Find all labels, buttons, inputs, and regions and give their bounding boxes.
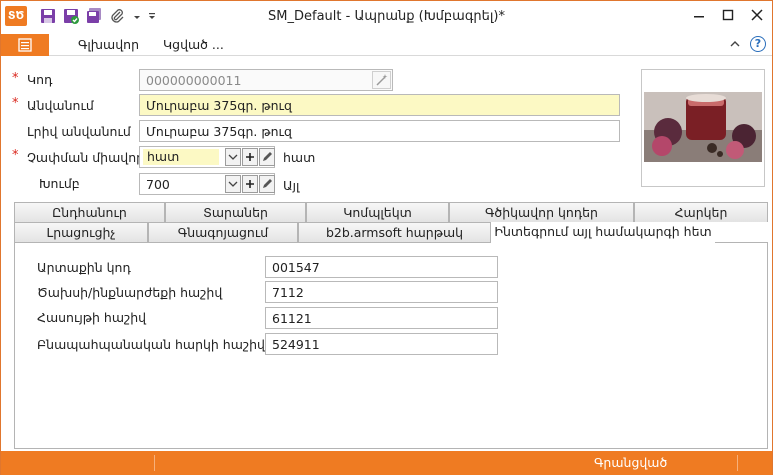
group-add-button[interactable] <box>242 175 258 193</box>
integration-panel: Արտաքին կոդ 001547 Ծախսի/ինքնարժեքի հաշի… <box>14 242 768 449</box>
unit-edit-button[interactable] <box>259 148 275 166</box>
status-separator <box>737 455 738 471</box>
tab-b2b-platform[interactable]: b2b.armsoft հարթակ <box>298 222 491 242</box>
external-code-field[interactable]: 001547 <box>265 256 498 278</box>
external-code-label: Արտաքին կոդ <box>37 260 131 275</box>
maximize-icon[interactable] <box>713 5 743 27</box>
revenue-account-field[interactable]: 61121 <box>265 307 498 329</box>
pencil-icon <box>263 179 272 188</box>
help-icon[interactable]: ? <box>750 36 766 52</box>
env-tax-account-label: Բնապահպանական հարկի հաշիվ <box>37 337 265 352</box>
fig-jam-photo <box>642 70 764 186</box>
tab-pricing[interactable]: Գնագոյացում <box>148 222 298 242</box>
ribbon-bar: Գլխավոր Կցված ... ? <box>1 34 772 56</box>
required-marker: * <box>12 148 19 163</box>
chevron-down-icon <box>228 181 238 187</box>
menu-list-icon <box>18 38 32 52</box>
tab-strip-row1: Ընդհանուր Տարաներ Կոմպլեկտ Գծիկավոր կոդե… <box>14 202 768 222</box>
minimize-icon[interactable] <box>684 5 714 27</box>
tab-kit[interactable]: Կոմպլեկտ <box>306 202 449 222</box>
group-dropdown-button[interactable] <box>225 175 241 193</box>
wand-icon <box>376 74 388 86</box>
plus-icon <box>246 153 254 161</box>
full-name-label: Լրիվ անվանում <box>27 124 131 139</box>
unit-caption: հատ <box>283 150 316 165</box>
tab-general[interactable]: Ընդհանուր <box>14 202 165 222</box>
pencil-icon <box>263 152 272 161</box>
group-label: Խումբ <box>39 176 80 191</box>
title-bar: ՏԾ SM_Default - Ապրանք (Խմբագրել)* <box>1 1 772 32</box>
tab-taxes[interactable]: Հարկեր <box>634 202 768 222</box>
chevron-down-icon <box>228 154 238 160</box>
plus-icon <box>246 180 254 188</box>
code-field[interactable]: 000000000011 <box>139 69 393 91</box>
tab-barcodes[interactable]: Գծիկավոր կոդեր <box>449 202 634 222</box>
status-bar: Գրանցված <box>1 451 772 475</box>
env-tax-account-field[interactable]: 524911 <box>265 333 498 355</box>
file-menu-button[interactable] <box>1 34 49 56</box>
tab-main[interactable]: Գլխավոր <box>78 37 139 52</box>
code-label: Կոդ <box>27 72 53 87</box>
unit-value: հատ <box>143 149 219 165</box>
code-generate-button[interactable] <box>372 71 391 89</box>
expense-account-label: Ծախսի/ինքնարժեքի հաշիվ <box>37 285 223 300</box>
collapse-ribbon-icon[interactable] <box>728 37 742 51</box>
unit-label: Չափման միավոր <box>27 150 145 165</box>
group-edit-button[interactable] <box>259 175 275 193</box>
required-marker: * <box>12 71 19 86</box>
product-image[interactable] <box>641 69 765 187</box>
status-text: Գրանցված <box>594 455 668 470</box>
group-caption: Այլ <box>283 178 300 193</box>
main-window: ՏԾ SM_Default - Ապրանք (Խմբագրել)* Գլխավ… <box>0 0 773 475</box>
tab-containers[interactable]: Տարաներ <box>165 202 306 222</box>
close-icon[interactable] <box>742 5 772 27</box>
tab-strip-row2: Լրացուցիչ Գնագոյացում b2b.armsoft հարթակ… <box>14 222 768 243</box>
window-title: SM_Default - Ապրանք (Խմբագրել)* <box>268 9 505 24</box>
full-name-field[interactable]: Մուրաբա 375գր. թուզ <box>139 120 620 142</box>
unit-dropdown-button[interactable] <box>225 148 241 166</box>
tab-attached[interactable]: Կցված ... <box>163 37 224 52</box>
tab-integration[interactable]: Ինտեգրում այլ համակարգի հետ <box>491 222 715 243</box>
tab-additional[interactable]: Լրացուցիչ <box>14 222 148 242</box>
unit-add-button[interactable] <box>242 148 258 166</box>
expense-account-field[interactable]: 7112 <box>265 281 498 303</box>
revenue-account-label: Հասույթի հաշիվ <box>37 310 147 325</box>
name-field[interactable]: Մուրաբա 375գր. թուզ <box>139 94 620 116</box>
name-label: Անվանում <box>27 98 94 113</box>
status-separator <box>154 455 155 471</box>
required-marker: * <box>12 96 19 111</box>
